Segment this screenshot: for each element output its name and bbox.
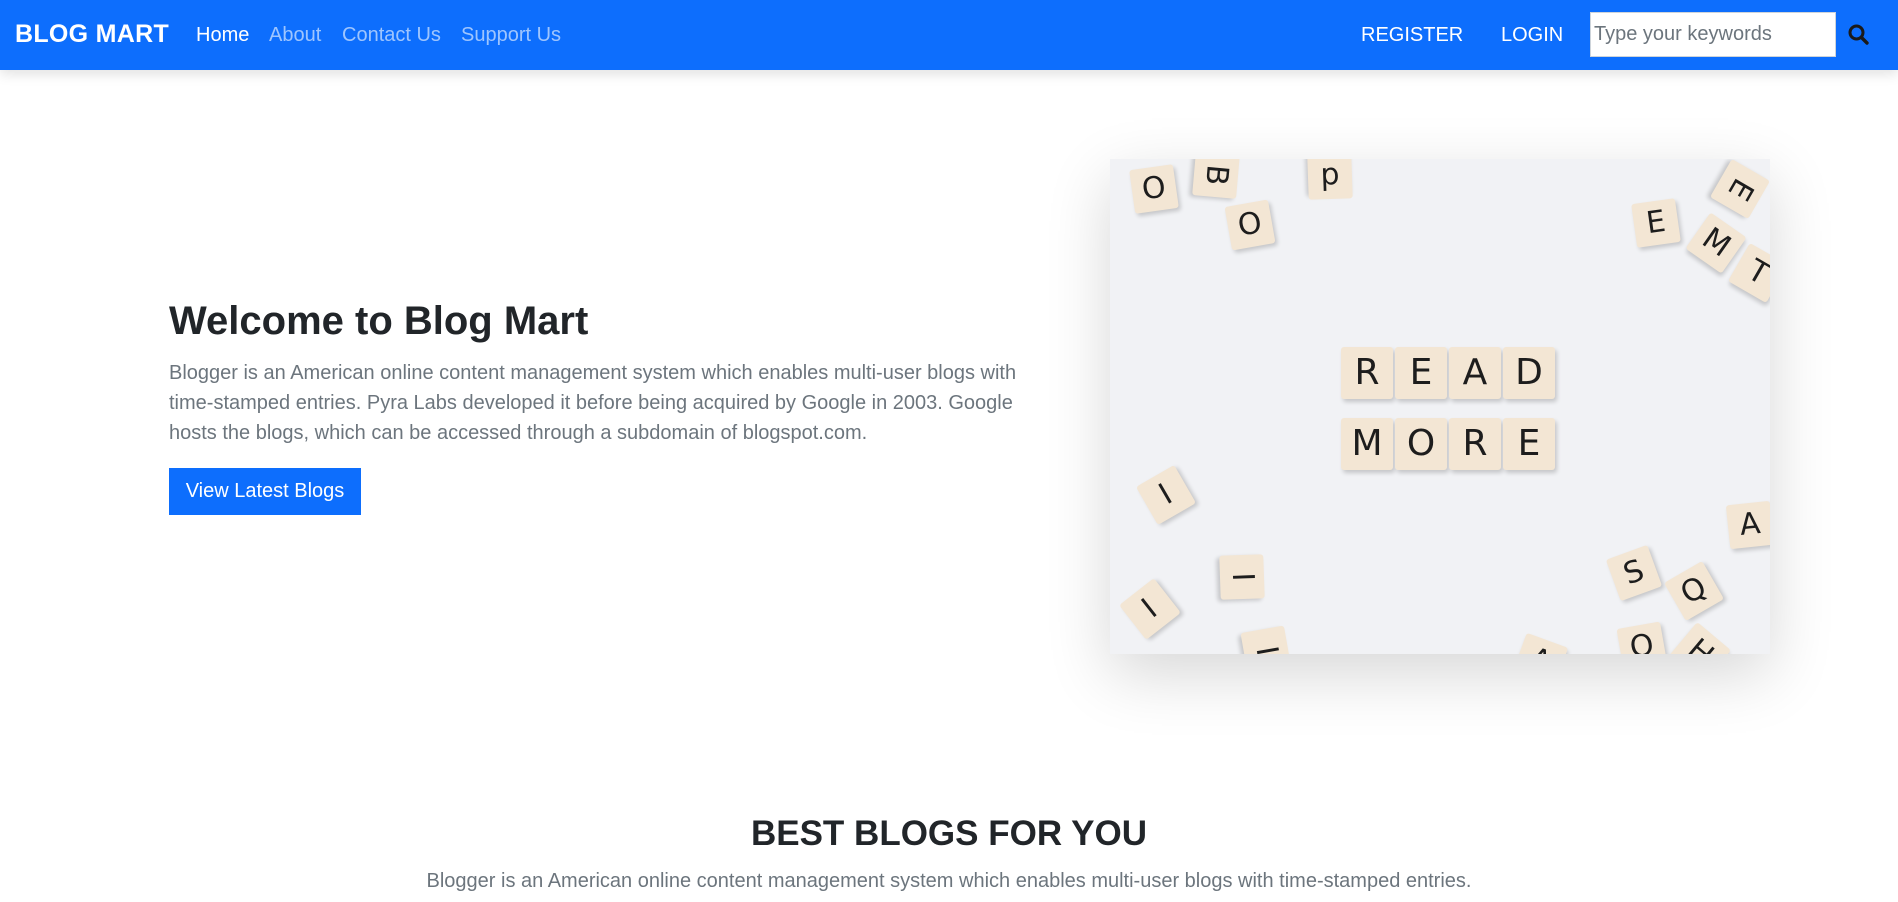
tile-image: D <box>1503 347 1555 399</box>
tile-image: A <box>1449 347 1501 399</box>
tile-image: A <box>1725 500 1770 550</box>
tile-image: I <box>1240 625 1292 654</box>
tile-image: E <box>1631 198 1681 248</box>
tile-image: O <box>1616 621 1668 654</box>
tile-image: E <box>1709 159 1770 220</box>
tile-image: H <box>1669 622 1731 654</box>
view-latest-blogs-button[interactable]: View Latest Blogs <box>169 468 361 515</box>
navbar: BLOG MART Home About Contact Us Support … <box>0 0 1898 70</box>
tile-image: A <box>1511 632 1569 654</box>
tile-image: S <box>1605 544 1663 602</box>
nav-link-home[interactable]: Home <box>196 24 249 47</box>
tile-image: d <box>1307 159 1353 200</box>
hero-image: R E A D M O R E O B O d E E M T I I I I … <box>1110 159 1770 654</box>
brand-logo[interactable]: BLOG MART <box>15 20 169 49</box>
login-link[interactable]: LOGIN <box>1501 24 1563 47</box>
tile-image: I <box>1219 554 1265 600</box>
tile-image: E <box>1503 418 1555 470</box>
tile-image: O <box>1395 418 1447 470</box>
tile-image: O <box>1129 164 1179 214</box>
nav-link-support[interactable]: Support Us <box>461 24 561 47</box>
tile-image: R <box>1341 347 1393 399</box>
search-input[interactable] <box>1590 12 1836 57</box>
search-icon[interactable] <box>1846 22 1872 48</box>
tile-image: I <box>1135 464 1197 526</box>
hero-description: Blogger is an American online content ma… <box>169 362 1017 444</box>
tile-image: E <box>1395 347 1447 399</box>
tile-image: O <box>1224 199 1276 251</box>
tile-image: Q <box>1663 560 1725 622</box>
tile-image: I <box>1119 578 1181 640</box>
tile-image: R <box>1449 418 1501 470</box>
nav-link-about[interactable]: About <box>269 24 321 47</box>
register-link[interactable]: REGISTER <box>1361 24 1463 47</box>
section-title: BEST BLOGS FOR YOU <box>750 814 1148 853</box>
nav-link-contact[interactable]: Contact Us <box>342 24 441 47</box>
hero-title: Welcome to Blog Mart <box>169 299 589 343</box>
tile-image: B <box>1192 159 1240 199</box>
section-subtitle: Blogger is an American online content ma… <box>426 870 1472 892</box>
tile-image: M <box>1341 418 1393 470</box>
